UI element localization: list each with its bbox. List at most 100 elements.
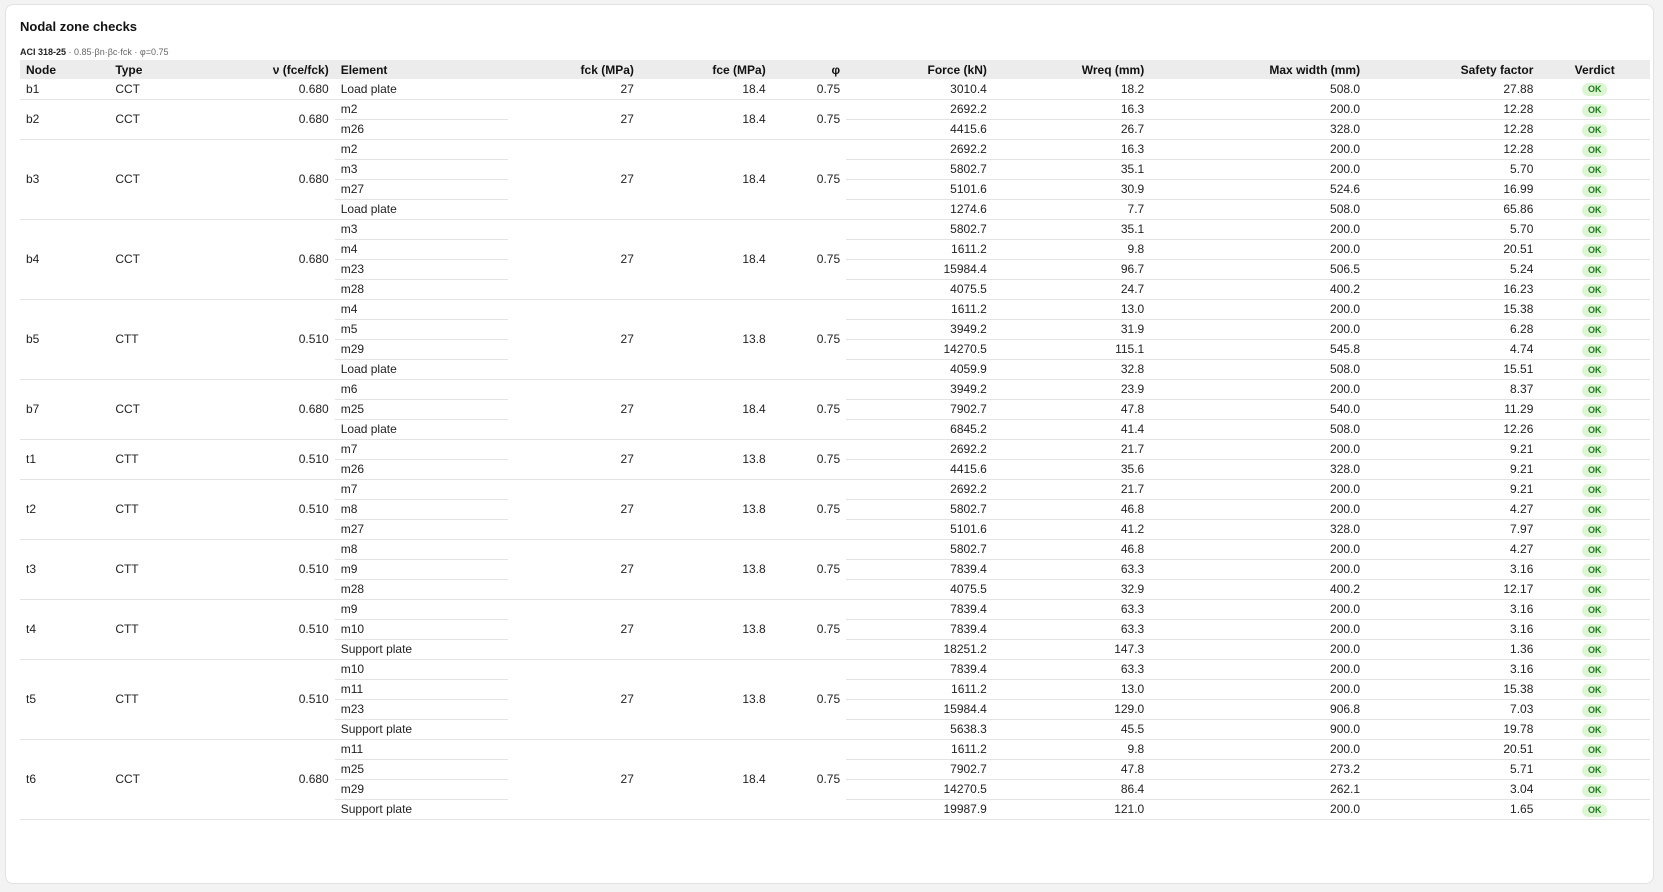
- force-cell: 4075.5: [846, 579, 993, 600]
- max-width-cell: 200.0: [1150, 139, 1367, 160]
- force-cell: 6845.2: [846, 419, 993, 440]
- verdict-cell: OK: [1539, 659, 1650, 680]
- force-cell: 7839.4: [846, 619, 993, 640]
- wreq-cell: 16.3: [992, 99, 1151, 120]
- force-cell: 7839.4: [846, 599, 993, 620]
- wreq-cell: 63.3: [992, 659, 1151, 680]
- max-width-cell: 906.8: [1150, 699, 1367, 720]
- col-header-element[interactable]: Element: [334, 60, 509, 79]
- safety-factor-cell: 9.21: [1366, 439, 1540, 460]
- verdict-cell: OK: [1539, 619, 1650, 640]
- safety-factor-cell: 12.28: [1366, 139, 1540, 160]
- phi-cell: 0.75: [771, 599, 847, 660]
- col-header-wreq[interactable]: Wreq (mm): [992, 60, 1151, 79]
- verdict-badge: OK: [1581, 123, 1608, 137]
- fck-cell: 27: [508, 479, 640, 540]
- fce-cell: 18.4: [639, 379, 772, 440]
- element-cell: m26: [334, 459, 509, 480]
- max-width-cell: 200.0: [1150, 559, 1367, 580]
- max-width-cell: 200.0: [1150, 319, 1367, 340]
- max-width-cell: 506.5: [1150, 259, 1367, 280]
- col-header-force[interactable]: Force (kN): [846, 60, 993, 79]
- wreq-cell: 30.9: [992, 179, 1151, 200]
- nu-cell: 0.680: [219, 739, 335, 820]
- fce-cell: 13.8: [639, 659, 772, 740]
- col-header-type[interactable]: Type: [109, 60, 220, 79]
- wreq-cell: 23.9: [992, 379, 1151, 400]
- node-type-cell: CCT: [109, 219, 220, 300]
- verdict-cell: OK: [1539, 339, 1650, 360]
- wreq-cell: 115.1: [992, 339, 1151, 360]
- nu-cell: 0.510: [219, 479, 335, 540]
- element-cell: m5: [334, 319, 509, 340]
- fce-cell: 13.8: [639, 539, 772, 600]
- force-cell: 3949.2: [846, 379, 993, 400]
- element-cell: m3: [334, 219, 509, 240]
- force-cell: 7902.7: [846, 399, 993, 420]
- phi-cell: 0.75: [771, 79, 847, 100]
- col-header-verdict[interactable]: Verdict: [1539, 60, 1650, 79]
- verdict-cell: OK: [1539, 459, 1650, 480]
- fce-cell: 13.8: [639, 599, 772, 660]
- verdict-cell: OK: [1539, 179, 1650, 200]
- fck-cell: 27: [508, 139, 640, 220]
- max-width-cell: 200.0: [1150, 439, 1367, 460]
- nodal-zone-panel: Nodal zone checks ACI 318-25 · 0.85·βn·β…: [5, 4, 1654, 884]
- col-header-fck[interactable]: fck (MPa): [508, 60, 640, 79]
- col-header-fce[interactable]: fce (MPa): [639, 60, 772, 79]
- col-header-safety-factor[interactable]: Safety factor: [1366, 60, 1540, 79]
- wreq-cell: 86.4: [992, 779, 1151, 800]
- force-cell: 15984.4: [846, 259, 993, 280]
- verdict-cell: OK: [1539, 599, 1650, 620]
- wreq-cell: 21.7: [992, 439, 1151, 460]
- safety-factor-cell: 3.16: [1366, 559, 1540, 580]
- verdict-cell: OK: [1539, 419, 1650, 440]
- max-width-cell: 200.0: [1150, 639, 1367, 660]
- verdict-cell: OK: [1539, 579, 1650, 600]
- verdict-badge: OK: [1581, 303, 1608, 317]
- max-width-cell: 273.2: [1150, 759, 1367, 780]
- safety-factor-cell: 9.21: [1366, 459, 1540, 480]
- col-header-nu[interactable]: ν (fce/fck): [219, 60, 335, 79]
- table-row: b7 CCT 0.680 m6 27 18.4 0.75 3949.2 23.9 200.0 8.3…: [20, 379, 1650, 440]
- safety-factor-cell: 15.51: [1366, 359, 1540, 380]
- safety-factor-cell: 20.51: [1366, 239, 1540, 260]
- element-cell: m2: [334, 99, 509, 120]
- element-cell: m27: [334, 519, 509, 540]
- verdict-badge: OK: [1581, 683, 1608, 697]
- force-cell: 2692.2: [846, 439, 993, 460]
- col-header-max-width[interactable]: Max width (mm): [1150, 60, 1367, 79]
- max-width-cell: 545.8: [1150, 339, 1367, 360]
- table-row: b3 CCT 0.680 m2 27 18.4 0.75 2692.2 16.3 200.0 12.…: [20, 139, 1650, 220]
- col-header-node[interactable]: Node: [20, 60, 110, 79]
- max-width-cell: 508.0: [1150, 419, 1367, 440]
- fce-cell: 18.4: [639, 219, 772, 300]
- safety-factor-cell: 5.24: [1366, 259, 1540, 280]
- element-cell: m28: [334, 279, 509, 300]
- safety-factor-cell: 16.23: [1366, 279, 1540, 300]
- wreq-cell: 45.5: [992, 719, 1151, 740]
- wreq-cell: 96.7: [992, 259, 1151, 280]
- max-width-cell: 900.0: [1150, 719, 1367, 740]
- verdict-cell: OK: [1539, 379, 1650, 400]
- max-width-cell: 200.0: [1150, 539, 1367, 560]
- force-cell: 2692.2: [846, 139, 993, 160]
- verdict-badge: OK: [1581, 383, 1608, 397]
- nu-cell: 0.680: [219, 99, 335, 140]
- col-header-phi[interactable]: φ: [771, 60, 847, 79]
- element-cell: m9: [334, 559, 509, 580]
- verdict-cell: OK: [1539, 759, 1650, 780]
- max-width-cell: 200.0: [1150, 679, 1367, 700]
- max-width-cell: 200.0: [1150, 299, 1367, 320]
- force-cell: 5802.7: [846, 499, 993, 520]
- verdict-badge: OK: [1581, 603, 1608, 617]
- verdict-cell: OK: [1539, 779, 1650, 800]
- table-row: t5 CTT 0.510 m10 27 13.8 0.75 7839.4 63.3 200.0 3.…: [20, 659, 1650, 740]
- node-type-cell: CCT: [109, 79, 220, 100]
- phi-cell: 0.75: [771, 139, 847, 220]
- safety-factor-cell: 20.51: [1366, 739, 1540, 760]
- wreq-cell: 46.8: [992, 499, 1151, 520]
- force-cell: 1611.2: [846, 299, 993, 320]
- element-cell: m3: [334, 159, 509, 180]
- wreq-cell: 41.2: [992, 519, 1151, 540]
